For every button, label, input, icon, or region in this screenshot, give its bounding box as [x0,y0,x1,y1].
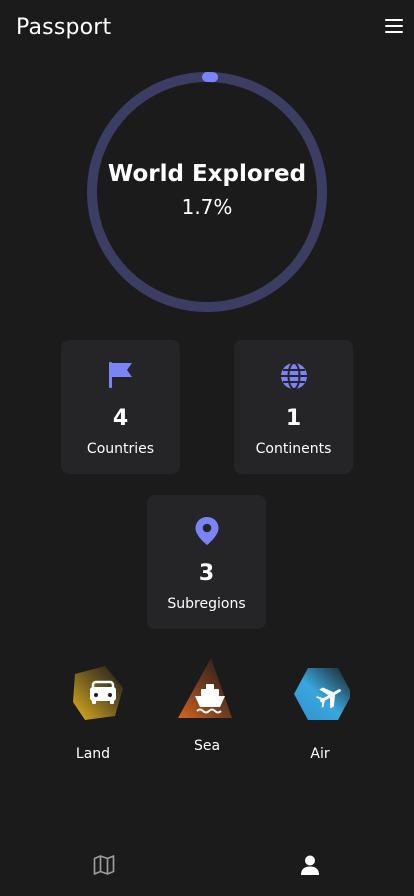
transport-sea-button[interactable]: Sea [167,656,247,754]
plane-icon [290,664,352,724]
transport-land-button[interactable]: Land [53,664,133,762]
progress-value: 1.7% [181,195,233,219]
map-pin-icon [147,516,266,546]
stat-label: Countries [86,441,155,457]
progress-label: World Explored [107,161,307,187]
page-title: Passport [16,15,112,40]
transport-air-button[interactable]: Air [280,664,360,762]
passport-screen: Passport World Explored 1.7% 4 Countries [0,0,414,896]
stat-label: Continents [255,441,332,457]
world-explored-progress: World Explored 1.7% [87,72,327,312]
hamburger-menu-icon[interactable] [384,16,404,36]
transport-label: Land [75,746,111,762]
stat-value: 3 [198,561,215,586]
flag-icon [61,361,180,391]
car-icon [63,664,123,724]
stat-card-countries[interactable]: 4 Countries [61,340,180,474]
bottom-navigation [0,836,414,896]
stat-value: 1 [285,406,302,431]
stat-label: Subregions [167,596,246,612]
map-icon[interactable] [92,853,116,877]
user-icon[interactable] [298,853,322,877]
transport-label: Sea [193,738,221,754]
transport-label: Air [310,746,330,762]
stat-card-subregions[interactable]: 3 Subregions [147,495,266,629]
progress-track [87,72,327,312]
stat-value: 4 [112,406,129,431]
stat-card-continents[interactable]: 1 Continents [234,340,353,474]
ship-icon [177,656,237,724]
globe-icon [234,361,353,391]
